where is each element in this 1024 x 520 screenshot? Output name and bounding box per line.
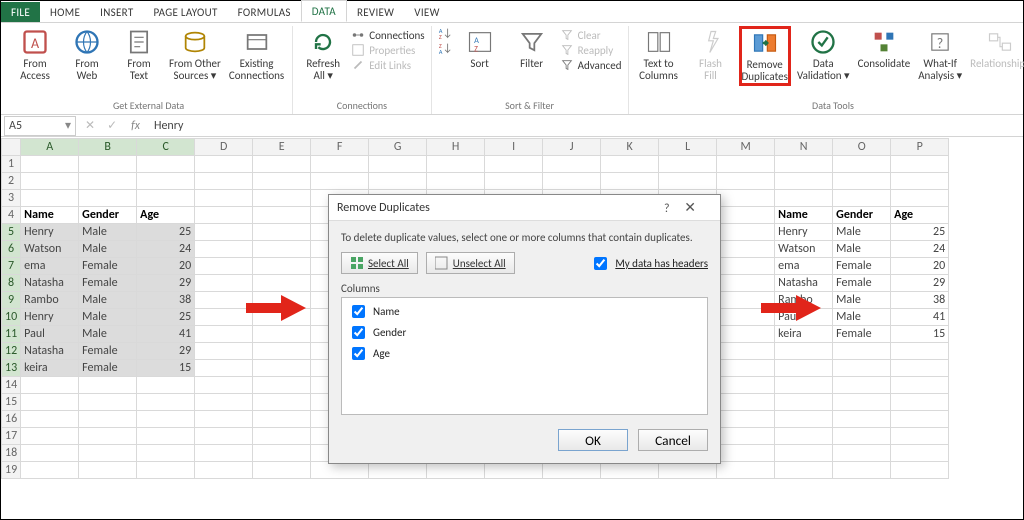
remove-duplicates-dialog: Remove Duplicates ? ✕ To delete duplicat… bbox=[328, 194, 721, 464]
ribbon: AFrom Access From Web From Text From Oth… bbox=[1, 23, 1023, 115]
relationships-button[interactable]: Relationships bbox=[968, 26, 1024, 70]
edit-links-button[interactable]: Edit Links bbox=[351, 58, 424, 72]
col-header[interactable]: K bbox=[601, 139, 659, 156]
col-header[interactable]: C bbox=[137, 139, 195, 156]
select-all-button[interactable]: Select All bbox=[341, 252, 418, 274]
group-connections: Refresh All ▾ Connections Properties Edi… bbox=[293, 26, 431, 114]
col-header[interactable]: L bbox=[659, 139, 717, 156]
col-header[interactable]: D bbox=[195, 139, 253, 156]
col-header[interactable]: I bbox=[485, 139, 543, 156]
text-to-columns-button[interactable]: Text to Columns bbox=[635, 26, 683, 82]
column-checkbox[interactable]: Gender bbox=[348, 323, 701, 342]
tab-home[interactable]: HOME bbox=[40, 2, 90, 22]
group-label: Get External Data bbox=[113, 98, 184, 114]
reapply-filter-button[interactable]: Reapply bbox=[560, 43, 622, 57]
tab-formulas[interactable]: FORMULAS bbox=[228, 2, 301, 22]
cancel-icon[interactable]: ✕ bbox=[79, 118, 101, 133]
svg-text:A: A bbox=[31, 35, 40, 52]
tab-data[interactable]: DATA bbox=[301, 0, 347, 22]
col-header[interactable]: M bbox=[717, 139, 775, 156]
column-checkbox[interactable]: Age bbox=[348, 344, 701, 363]
group-sort-filter: AZ ZA AZSort Filter Clear Reapply Advanc… bbox=[432, 26, 629, 114]
group-label: Data Tools bbox=[812, 98, 854, 114]
sort-button[interactable]: AZSort bbox=[456, 26, 504, 70]
advanced-filter-button[interactable]: Advanced bbox=[560, 58, 622, 72]
properties-button[interactable]: Properties bbox=[351, 43, 424, 57]
dialog-title: Remove Duplicates bbox=[337, 201, 430, 215]
clear-filter-button[interactable]: Clear bbox=[560, 28, 622, 42]
existing-connections-button[interactable]: Existing Connections bbox=[227, 26, 286, 82]
col-header[interactable]: H bbox=[427, 139, 485, 156]
what-if-button[interactable]: ?What-If Analysis ▾ bbox=[916, 26, 964, 82]
ribbon-tabs: FILE HOME INSERT PAGE LAYOUT FORMULAS DA… bbox=[1, 1, 1023, 23]
columns-listbox[interactable]: Name Gender Age bbox=[341, 297, 708, 415]
data-validation-button[interactable]: Data Validation ▾ bbox=[795, 26, 852, 82]
columns-label: Columns bbox=[341, 282, 708, 295]
col-header[interactable]: E bbox=[253, 139, 311, 156]
svg-text:Z: Z bbox=[474, 44, 478, 54]
ok-button[interactable]: OK bbox=[558, 429, 628, 451]
group-data-tools: Text to Columns Flash Fill Remove Duplic… bbox=[629, 26, 1024, 114]
filter-button[interactable]: Filter bbox=[508, 26, 556, 70]
formula-bar[interactable]: Henry bbox=[148, 119, 1023, 133]
from-text-button[interactable]: From Text bbox=[115, 26, 163, 82]
col-header[interactable]: F bbox=[311, 139, 369, 156]
col-header[interactable]: N bbox=[775, 139, 833, 156]
tab-review[interactable]: REVIEW bbox=[347, 2, 404, 22]
from-other-sources-button[interactable]: From Other Sources ▾ bbox=[167, 26, 223, 82]
tab-page-layout[interactable]: PAGE LAYOUT bbox=[143, 2, 227, 22]
col-header[interactable]: P bbox=[891, 139, 949, 156]
help-icon[interactable]: ? ✕ bbox=[648, 202, 712, 216]
dialog-description: To delete duplicate values, select one o… bbox=[341, 231, 708, 244]
connections-button[interactable]: Connections bbox=[351, 28, 424, 42]
close-icon[interactable]: ✕ bbox=[678, 199, 702, 216]
svg-text:A: A bbox=[438, 48, 442, 55]
headers-checkbox[interactable]: My data has headers bbox=[590, 254, 708, 273]
consolidate-button[interactable]: Consolidate bbox=[856, 26, 913, 70]
cancel-button[interactable]: Cancel bbox=[638, 429, 708, 451]
svg-text:?: ? bbox=[937, 35, 944, 52]
help-icon[interactable]: ? bbox=[658, 202, 676, 216]
refresh-all-button[interactable]: Refresh All ▾ bbox=[299, 26, 347, 82]
group-get-external-data: AFrom Access From Web From Text From Oth… bbox=[5, 26, 293, 114]
column-checkbox[interactable]: Name bbox=[348, 302, 701, 321]
tab-insert[interactable]: INSERT bbox=[90, 2, 143, 22]
tab-file[interactable]: FILE bbox=[1, 2, 40, 22]
arrow-icon bbox=[246, 293, 306, 323]
col-header[interactable]: O bbox=[833, 139, 891, 156]
remove-duplicates-button[interactable]: Remove Duplicates bbox=[739, 26, 791, 86]
svg-text:Z: Z bbox=[438, 33, 441, 40]
unselect-all-button[interactable]: Unselect All bbox=[426, 252, 515, 274]
from-access-button[interactable]: AFrom Access bbox=[11, 26, 59, 82]
arrow-icon bbox=[761, 293, 821, 323]
col-header[interactable]: B bbox=[79, 139, 137, 156]
sort-asc-button[interactable]: AZ bbox=[438, 26, 452, 40]
flash-fill-button[interactable]: Flash Fill bbox=[687, 26, 735, 82]
tab-view[interactable]: VIEW bbox=[404, 2, 449, 22]
from-web-button[interactable]: From Web bbox=[63, 26, 111, 82]
col-header[interactable]: G bbox=[369, 139, 427, 156]
name-box[interactable]: A5▾ bbox=[4, 116, 76, 136]
sort-desc-button[interactable]: ZA bbox=[438, 41, 452, 55]
enter-icon[interactable]: ✓ bbox=[101, 118, 123, 133]
col-header[interactable]: J bbox=[543, 139, 601, 156]
formula-bar-row: A5▾ ✕ ✓ fx Henry bbox=[1, 115, 1023, 137]
fx-icon[interactable]: fx bbox=[123, 119, 148, 133]
group-label: Connections bbox=[337, 98, 387, 114]
col-header[interactable]: A bbox=[21, 139, 79, 156]
group-label: Sort & Filter bbox=[505, 98, 554, 114]
